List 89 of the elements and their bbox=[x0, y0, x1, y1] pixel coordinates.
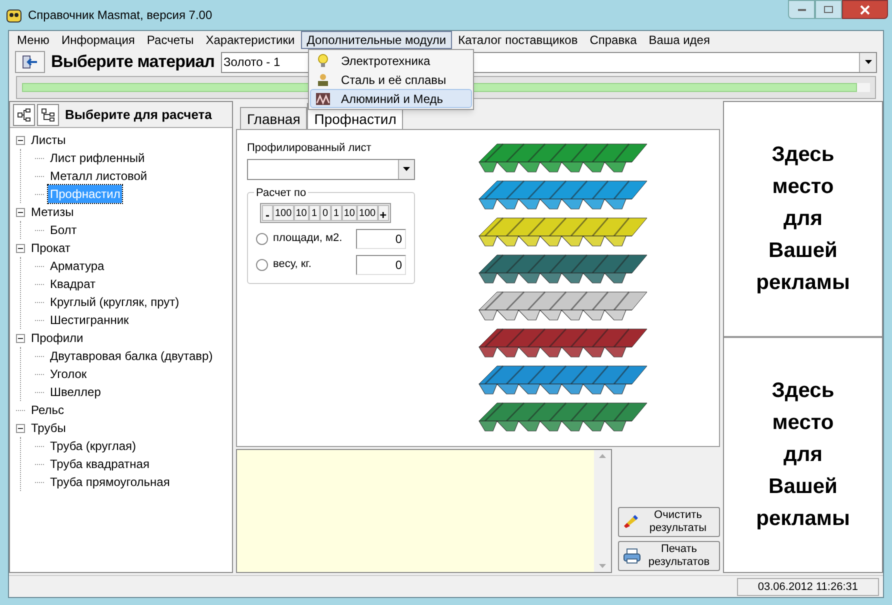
minus-icon bbox=[18, 336, 23, 340]
radio-button[interactable] bbox=[256, 232, 268, 244]
caret-icon bbox=[864, 60, 872, 64]
minimize-button[interactable] bbox=[788, 0, 815, 19]
tree-icon bbox=[41, 108, 55, 122]
tree-item[interactable]: Круглый (кругляк, прут) bbox=[48, 293, 182, 311]
minus-icon bbox=[18, 246, 23, 250]
sheet-select[interactable] bbox=[247, 158, 415, 180]
ad-text: Здесь место для Вашей рекламы bbox=[756, 378, 850, 532]
radio-label: площади, м2. bbox=[273, 231, 342, 246]
sidebar-heading: Выберите для расчета bbox=[65, 106, 212, 124]
metal-sheet-icon bbox=[315, 90, 331, 106]
step-button[interactable]: + bbox=[378, 204, 389, 220]
toolbar-heading: Выберите материал bbox=[51, 51, 215, 74]
field-label: Профилированный лист bbox=[247, 141, 372, 156]
eraser-icon bbox=[623, 514, 639, 530]
radio-label: весу, кг. bbox=[273, 257, 312, 272]
maximize-button[interactable] bbox=[815, 0, 842, 19]
collapse-toggle[interactable] bbox=[16, 136, 25, 144]
exit-button[interactable] bbox=[15, 51, 45, 73]
tree-item[interactable]: Труба квадратная bbox=[48, 455, 152, 473]
dropdown-item[interactable]: Алюминий и Медь bbox=[310, 89, 472, 108]
tree-item[interactable]: Двутавровая балка (двутавр) bbox=[48, 347, 215, 365]
close-button[interactable] bbox=[842, 0, 888, 19]
status-datetime: 03.06.2012 11:26:31 bbox=[736, 578, 879, 596]
minus-icon bbox=[18, 138, 23, 142]
tree-item[interactable]: Рельс bbox=[29, 401, 66, 419]
tree-item[interactable]: Уголок bbox=[48, 365, 89, 383]
ad-text: Здесь место для Вашей рекламы bbox=[756, 142, 850, 296]
menu-item[interactable]: Ваша идея bbox=[642, 31, 716, 49]
menu-item[interactable]: Дополнительные модули bbox=[300, 31, 452, 49]
scroll-down-icon bbox=[599, 564, 606, 568]
tree-item[interactable]: Профили bbox=[29, 329, 86, 347]
tree-item[interactable]: Шестигранник bbox=[48, 311, 131, 329]
minimize-icon bbox=[798, 8, 806, 10]
dropdown-item[interactable]: Сталь и её сплавы bbox=[310, 70, 472, 89]
menu-item[interactable]: Справка bbox=[584, 31, 643, 49]
tree-item[interactable]: Листы bbox=[29, 131, 68, 149]
menu-item[interactable]: Расчеты bbox=[140, 31, 200, 49]
dropdown-item[interactable]: Электротехника bbox=[310, 51, 472, 70]
menu-item[interactable]: Характеристики bbox=[200, 31, 301, 49]
collapse-toggle[interactable] bbox=[16, 208, 25, 216]
exit-icon bbox=[22, 55, 38, 69]
menu-item[interactable]: Меню bbox=[11, 31, 56, 49]
tree-item[interactable]: Труба (круглая) bbox=[48, 437, 138, 455]
tree-expand-button[interactable] bbox=[13, 104, 35, 126]
tree-icon bbox=[17, 108, 31, 122]
tree-item[interactable]: Труба прямоугольная bbox=[48, 473, 172, 491]
step-button[interactable]: 100 bbox=[273, 204, 294, 220]
step-button[interactable]: 1 bbox=[330, 204, 342, 220]
tree-collapse-button[interactable] bbox=[37, 104, 59, 126]
step-button[interactable]: 1 bbox=[308, 204, 320, 220]
collapse-toggle[interactable] bbox=[16, 424, 25, 432]
value-field[interactable]: 0 bbox=[356, 228, 406, 248]
tree-item[interactable]: Металл листовой bbox=[48, 167, 150, 185]
window-title: Справочник Masmat, версия 7.00 bbox=[28, 7, 212, 24]
menu-item[interactable]: Каталог поставщиков bbox=[452, 31, 584, 49]
clear-button[interactable]: Очистить результаты bbox=[618, 507, 720, 537]
caret-icon bbox=[403, 167, 410, 171]
step-button[interactable]: 10 bbox=[294, 204, 309, 220]
lightbulb-icon bbox=[315, 52, 331, 68]
tree-item[interactable]: Арматура bbox=[48, 257, 106, 275]
menu-item[interactable]: Информация bbox=[55, 31, 141, 49]
minus-icon bbox=[18, 210, 23, 214]
app-icon bbox=[6, 7, 22, 23]
step-button[interactable]: - bbox=[262, 204, 273, 220]
tab[interactable]: Главная bbox=[240, 107, 308, 129]
collapse-toggle[interactable] bbox=[16, 334, 25, 342]
maximize-icon bbox=[824, 6, 833, 13]
close-icon bbox=[860, 4, 870, 14]
tree-item[interactable]: Швеллер bbox=[48, 383, 103, 401]
step-button[interactable]: 10 bbox=[342, 204, 357, 220]
tree-item[interactable]: Метизы bbox=[29, 203, 76, 221]
step-button[interactable]: 100 bbox=[356, 204, 378, 220]
minus-icon bbox=[18, 426, 23, 430]
printer-icon bbox=[623, 548, 641, 564]
print-button[interactable]: Печать результатов bbox=[618, 541, 720, 571]
step-button[interactable]: 0 bbox=[320, 204, 331, 220]
tree-item[interactable]: Лист рифленный bbox=[48, 149, 147, 167]
radio-button[interactable] bbox=[256, 258, 268, 270]
scroll-up-icon bbox=[599, 454, 606, 458]
worker-icon bbox=[315, 72, 331, 88]
tree-item[interactable]: Трубы bbox=[29, 419, 68, 437]
value-field[interactable]: 0 bbox=[356, 254, 406, 274]
tree-item[interactable]: Прокат bbox=[29, 239, 72, 257]
tree-item[interactable]: Болт bbox=[48, 221, 79, 239]
scrollbar[interactable] bbox=[594, 450, 611, 572]
tree-item[interactable]: Квадрат bbox=[48, 275, 98, 293]
collapse-toggle[interactable] bbox=[16, 244, 25, 252]
